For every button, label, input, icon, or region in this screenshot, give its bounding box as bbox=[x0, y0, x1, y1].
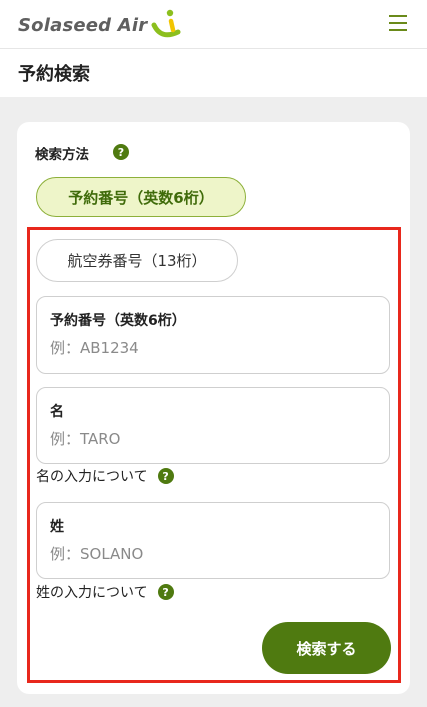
logo-smile-icon bbox=[151, 9, 181, 38]
first-name-help-icon[interactable]: ? bbox=[157, 468, 174, 484]
logo-wordmark: Solaseed Air bbox=[18, 14, 148, 36]
page-title: 予約検索 bbox=[18, 64, 90, 85]
solaseed-air-logo[interactable]: Solaseed Air bbox=[18, 8, 183, 42]
last-name-help-link[interactable]: 姓の入力について ? bbox=[36, 582, 174, 602]
first-name-help-text: 名の入力について bbox=[36, 469, 148, 485]
hamburger-menu-icon[interactable] bbox=[387, 12, 409, 34]
page-title-bar: 予約検索 bbox=[0, 49, 427, 97]
search-method-option-reservation-number[interactable]: 予約番号（英数6桁） bbox=[36, 177, 246, 217]
search-button[interactable]: 検索する bbox=[262, 622, 391, 674]
first-name-help-link[interactable]: 名の入力について ? bbox=[36, 466, 174, 486]
first-name-field[interactable]: 名 bbox=[36, 387, 390, 464]
reservation-number-label: 予約番号（英数6桁） bbox=[50, 313, 186, 329]
reservation-number-field[interactable]: 予約番号（英数6桁） bbox=[36, 296, 390, 374]
app-header: Solaseed Air bbox=[0, 0, 427, 49]
search-method-label: 検索方法 bbox=[35, 147, 89, 163]
first-name-input[interactable] bbox=[50, 430, 370, 448]
last-name-label: 姓 bbox=[50, 519, 64, 535]
first-name-label: 名 bbox=[50, 404, 64, 420]
last-name-field[interactable]: 姓 bbox=[36, 502, 390, 579]
last-name-help-icon[interactable]: ? bbox=[157, 584, 174, 600]
last-name-help-text: 姓の入力について bbox=[36, 585, 148, 601]
last-name-input[interactable] bbox=[50, 545, 370, 563]
search-method-option-ticket-number[interactable]: 航空券番号（13桁） bbox=[36, 239, 238, 282]
reservation-number-input[interactable] bbox=[50, 339, 370, 357]
search-method-help-icon[interactable]: ? bbox=[113, 144, 129, 160]
